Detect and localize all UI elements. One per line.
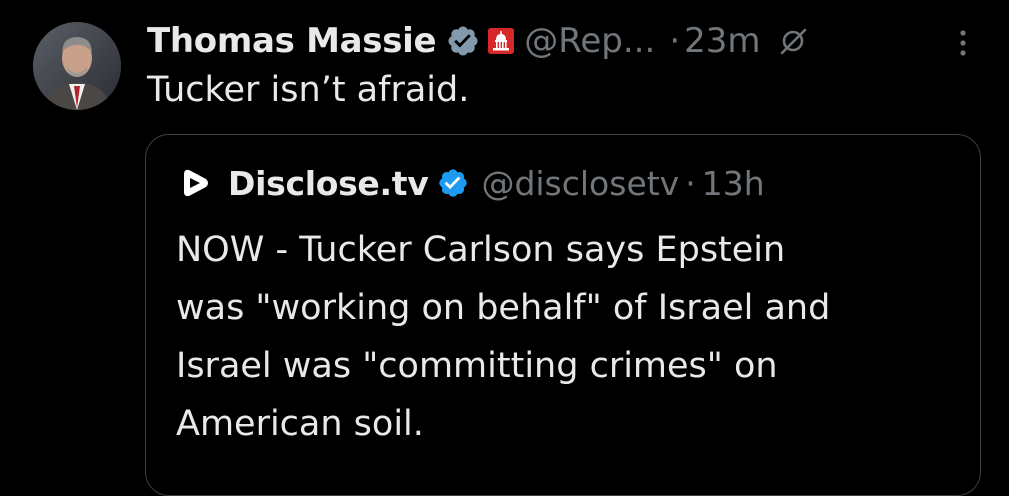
quoted-tweet-header: Disclose.tv @disclosetv · 13h	[176, 159, 765, 207]
quoted-author-name[interactable]: Disclose.tv	[228, 164, 429, 203]
quoted-text-line: was "working on behalf" of Israel and	[176, 288, 831, 328]
verified-badge-icon[interactable]	[446, 24, 480, 58]
verified-badge-icon[interactable]	[437, 167, 469, 199]
quoted-tweet-time[interactable]: 13h	[702, 164, 765, 203]
quoted-text-line: American soil.	[176, 404, 424, 444]
author-avatar[interactable]	[33, 22, 121, 110]
separator-dot: ·	[669, 21, 681, 61]
separator-dot: ·	[685, 163, 696, 203]
edited-icon[interactable]	[777, 25, 809, 57]
quoted-text-line: NOW - Tucker Carlson says Epstein	[176, 230, 786, 270]
tweet-text: Tucker isn’t afraid.	[147, 70, 470, 110]
quoted-tweet[interactable]: Disclose.tv @disclosetv · 13h NOW - Tuck…	[145, 134, 981, 496]
tweet-card[interactable]: Thomas Massie @Rep... · 23m Tucker isn’t…	[0, 0, 1009, 496]
quoted-text-line: Israel was "committing crimes" on	[176, 346, 778, 386]
government-capitol-icon	[488, 28, 515, 54]
tweet-time[interactable]: 23m	[684, 21, 760, 61]
author-name[interactable]: Thomas Massie	[147, 21, 437, 61]
tweet-header: Thomas Massie @Rep... · 23m	[147, 16, 809, 66]
author-handle[interactable]: @Rep...	[524, 21, 655, 61]
quoted-tweet-text: NOW - Tucker Carlson says Epstein was "w…	[176, 221, 956, 453]
more-options-icon[interactable]	[952, 25, 974, 61]
disclose-logo-icon[interactable]	[176, 164, 214, 202]
quoted-author-handle[interactable]: @disclosetv	[481, 164, 679, 203]
